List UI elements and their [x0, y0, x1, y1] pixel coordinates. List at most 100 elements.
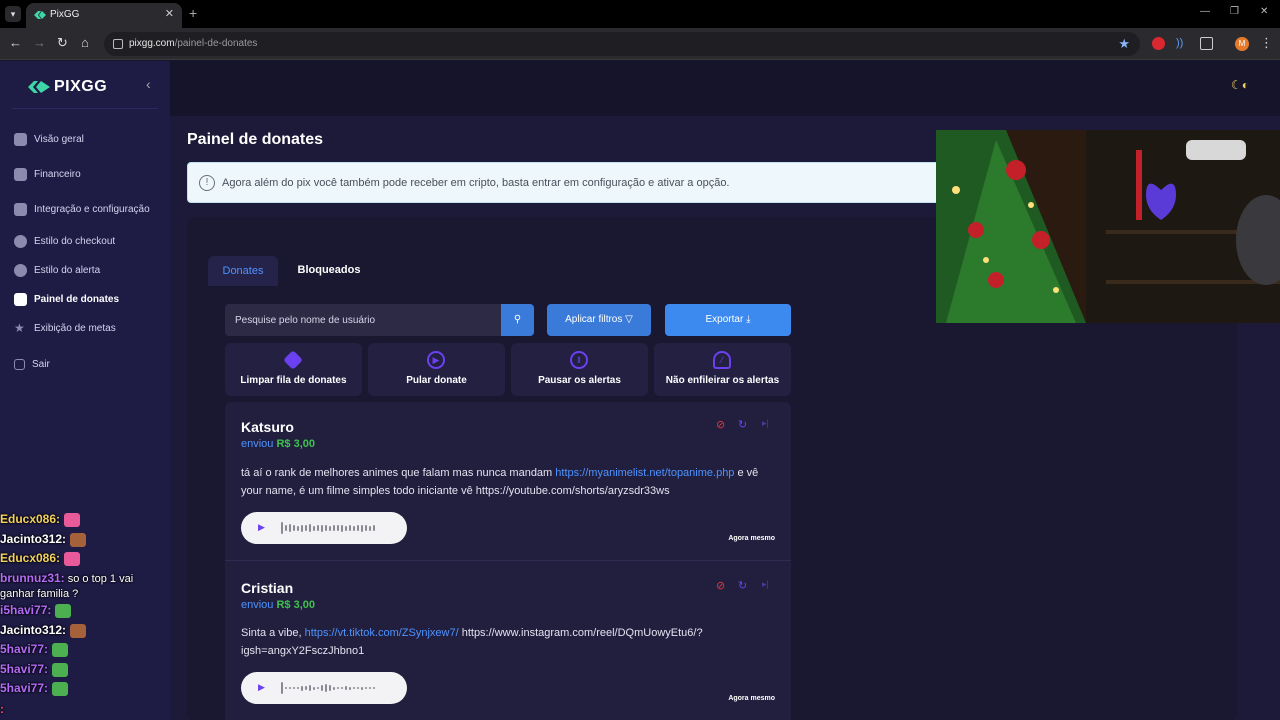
skip-donate-button[interactable]: ▶ Pular donate — [368, 343, 505, 396]
waveform-bar — [301, 685, 303, 691]
new-tab-icon[interactable]: + — [189, 5, 197, 21]
donor-name: Katsuro — [241, 419, 294, 435]
browser-menu-icon[interactable]: ⋮ — [1260, 36, 1273, 50]
waveform-bar — [293, 525, 295, 531]
home-icon[interactable]: ⌂ — [81, 36, 89, 50]
waveform-bar — [305, 686, 307, 690]
chat-message: Jacinto312: — [0, 623, 87, 638]
theme-toggle-icon[interactable]: ☾◐ — [1231, 78, 1249, 92]
export-button[interactable]: Exportar ⤓ — [665, 304, 791, 336]
info-icon: ! — [199, 175, 215, 191]
chat-message: 5havi77: — [0, 662, 69, 677]
waveform-bar — [369, 525, 371, 531]
no-queue-alerts-button[interactable]: ⁄ Não enfileirar os alertas — [654, 343, 791, 396]
extensions-puzzle-icon[interactable] — [1200, 37, 1213, 50]
waveform-bar — [289, 524, 291, 532]
waveform-bar — [325, 684, 327, 692]
skip-small-icon[interactable]: ▸| — [762, 418, 769, 429]
waveform-bar — [333, 525, 335, 531]
chat-username: Jacinto312: — [0, 623, 67, 637]
chat-emote-icon — [52, 681, 69, 696]
chat-message: : — [0, 702, 4, 716]
waveform-bar — [337, 525, 339, 531]
waveform-bar — [309, 524, 311, 532]
sidebar-item-label: Financeiro — [34, 169, 81, 180]
replay-icon[interactable]: ↻ — [738, 418, 747, 431]
pixgg-logo[interactable]: PIXGG — [28, 78, 107, 96]
audio-player[interactable]: ▶ — [241, 512, 407, 544]
minimize-icon[interactable]: — — [1200, 6, 1210, 17]
bookmark-star-icon[interactable]: ★ — [1118, 36, 1130, 52]
chat-username: Educx086: — [0, 512, 61, 526]
chat-message: i5havi77: — [0, 603, 72, 618]
back-icon[interactable]: ← — [9, 36, 22, 50]
block-icon[interactable]: ⊘ — [716, 418, 725, 431]
apply-filters-button[interactable]: Aplicar filtros ▽ — [547, 304, 651, 336]
waveform-bar — [301, 524, 303, 532]
collapse-sidebar-icon[interactable]: ‹ — [146, 76, 151, 92]
message-link[interactable]: https://vt.tiktok.com/ZSynjxew7/ — [305, 627, 459, 639]
url-text[interactable]: pixgg.com/painel-de-donates — [129, 38, 257, 49]
chat-username: : — [0, 702, 4, 716]
donate-item: Katsuro enviou R$ 3,00 ⊘ ↻ ▸| tá aí o ra… — [225, 402, 791, 560]
tab-close-icon[interactable]: ✕ — [165, 7, 174, 20]
tab-donates[interactable]: Donates — [208, 256, 278, 286]
play-icon[interactable]: ▶ — [258, 682, 265, 693]
skip-small-icon[interactable]: ▸| — [762, 579, 769, 590]
audio-extension-icon[interactable]: )) — [1176, 37, 1189, 50]
sidebar-item-sair[interactable]: Sair — [14, 359, 50, 370]
chat-message: Jacinto312: — [0, 532, 87, 547]
donate-time: Agora mesmo — [728, 535, 775, 542]
pause-icon: ‖ — [570, 351, 588, 369]
waveform-bar — [349, 686, 351, 690]
site-info-icon[interactable] — [113, 39, 123, 49]
sidebar-item-label: Visão geral — [34, 134, 84, 145]
sidebar-item-painel-donates[interactable]: Painel de donates — [14, 293, 119, 306]
search-button[interactable]: ⚲ — [501, 304, 534, 336]
page-title: Painel de donates — [187, 131, 324, 148]
action-label: Não enfileirar os alertas — [665, 375, 780, 386]
browser-tabbar: ▾ PixGG ✕ + — ❐ ✕ — [0, 0, 1280, 28]
sidebar-item-label: Estilo do alerta — [34, 265, 101, 276]
chat-emote-icon — [70, 532, 87, 547]
sidebar-item-label: Sair — [32, 359, 50, 370]
play-icon[interactable]: ▶ — [258, 522, 265, 533]
pause-alerts-button[interactable]: ‖ Pausar os alertas — [511, 343, 648, 396]
forward-icon[interactable]: → — [33, 36, 46, 50]
restore-icon[interactable]: ❐ — [1230, 6, 1239, 17]
sidebar-item-integracao[interactable]: Integração e configuração — [14, 203, 150, 216]
address-bar[interactable]: pixgg.com/painel-de-donates ★ — [104, 32, 1140, 56]
sidebar-item-estilo-checkout[interactable]: Estilo do checkout — [14, 235, 115, 248]
reload-icon[interactable]: ↻ — [57, 36, 68, 50]
extension-icon[interactable] — [1152, 37, 1165, 50]
sidebar-item-financeiro[interactable]: Financeiro — [14, 168, 81, 181]
tab-bloqueados[interactable]: Bloqueados — [289, 256, 369, 286]
waveform-bar — [329, 525, 331, 531]
waveform-bar — [333, 686, 335, 690]
close-window-icon[interactable]: ✕ — [1260, 6, 1268, 17]
audio-waveform — [281, 522, 375, 534]
block-icon[interactable]: ⊘ — [716, 579, 725, 592]
logo-text: PIXGG — [54, 78, 108, 95]
search-input[interactable] — [225, 304, 501, 336]
waveform-bar — [317, 687, 319, 689]
info-banner-text: Agora além do pix você também pode receb… — [222, 177, 730, 189]
clear-queue-button[interactable]: Limpar fila de donates — [225, 343, 362, 396]
logout-icon — [14, 359, 25, 370]
waveform-bar — [357, 525, 359, 531]
audio-player[interactable]: ▶ — [241, 672, 407, 704]
sidebar-item-estilo-alerta[interactable]: Estilo do alerta — [14, 264, 100, 277]
message-link[interactable]: https://myanimelist.net/topanime.php — [555, 467, 734, 479]
browser-tab[interactable]: PixGG ✕ — [26, 3, 182, 28]
donate-amount-line: enviou R$ 3,00 — [241, 438, 316, 450]
chat-username: 5havi77: — [0, 681, 49, 695]
tab-search-button[interactable]: ▾ — [5, 6, 21, 22]
sidebar-item-visao-geral[interactable]: Visão geral — [14, 133, 84, 146]
sidebar-item-label: Integração e configuração — [34, 204, 150, 215]
donate-item: Cristian enviou R$ 3,00 ⊘ ↻ ▸| Sinta a v… — [225, 561, 791, 720]
waveform-bar — [329, 685, 331, 691]
waveform-bar — [321, 685, 323, 691]
replay-icon[interactable]: ↻ — [738, 579, 747, 592]
profile-avatar[interactable]: M — [1235, 37, 1249, 51]
sidebar-item-exibicao-metas[interactable]: ★ Exibição de metas — [14, 322, 116, 335]
